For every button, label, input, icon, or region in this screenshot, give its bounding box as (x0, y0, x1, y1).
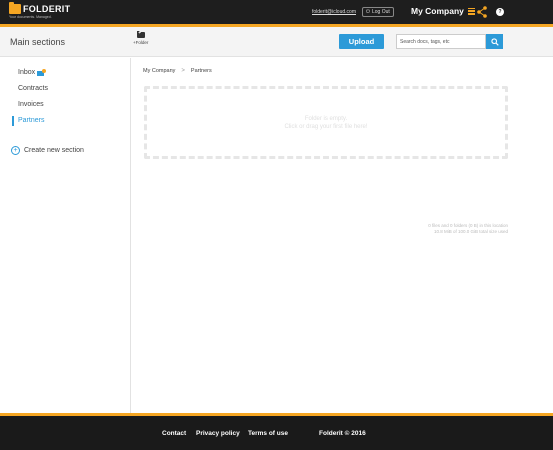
active-indicator (12, 116, 14, 126)
storage-info: 0 files and 0 folders (0 B) in this loca… (428, 223, 508, 235)
hamburger-menu-icon (467, 7, 475, 15)
footer-privacy-link[interactable]: Privacy policy (196, 430, 240, 437)
dropzone-hint-text: Click or drag your first file here! (284, 123, 368, 130)
logout-icon: ⏻ (366, 9, 370, 15)
footer-copyright: Folderit © 2016 (319, 430, 366, 437)
sidebar-item-invoices[interactable]: Invoices (18, 101, 44, 108)
plus-circle-icon: + (11, 146, 20, 155)
sidebar-item-label: Inbox (18, 69, 36, 76)
search-input[interactable] (396, 34, 486, 49)
storage-size-used: 10.8 MiB of 100.0 GiB total size used (433, 229, 508, 234)
upload-button[interactable]: Upload (339, 34, 384, 49)
add-folder-label: +Folder (133, 40, 149, 45)
dropzone-empty-text: Folder is empty. (304, 115, 348, 122)
sidebar-item-inbox[interactable]: Inbox (18, 69, 47, 76)
file-dropzone[interactable]: Folder is empty. Click or drag your firs… (144, 86, 508, 159)
create-section-label: Create new section (24, 147, 84, 154)
sidebar-item-partners[interactable]: Partners (18, 117, 44, 124)
breadcrumb-item-partners[interactable]: Partners (191, 68, 212, 74)
sidebar-item-label: Contracts (18, 85, 48, 92)
page-header: Main sections +Folder Upload (0, 27, 553, 57)
breadcrumb-chevron-icon: > (181, 68, 185, 74)
add-folder-icon (136, 30, 145, 38)
help-icon[interactable]: ? (496, 8, 504, 16)
search-icon (490, 37, 499, 46)
company-menu-button[interactable]: My Company (411, 6, 475, 16)
share-icon[interactable] (477, 6, 487, 18)
footer-terms-link[interactable]: Terms of use (248, 430, 288, 437)
breadcrumb: My Company > Partners (143, 68, 212, 74)
page-title: Main sections (10, 37, 66, 47)
sidebar-item-label: Partners (18, 117, 45, 124)
footer-contact-link[interactable]: Contact (162, 430, 186, 437)
logout-label: Log Out (371, 9, 390, 15)
sidebar-item-label: Invoices (18, 101, 44, 108)
footer: Contact Privacy policy Terms of use Fold… (0, 416, 553, 450)
folder-logo-icon (9, 2, 21, 14)
folderit-logo[interactable]: FOLDERIT Your documents. Managed. (9, 2, 71, 19)
user-email-link[interactable]: folderit@icloud.com (312, 9, 356, 15)
sidebar: Inbox Contracts Invoices Partners + Crea… (0, 58, 131, 413)
breadcrumb-item-my-company[interactable]: My Company (143, 68, 175, 74)
sidebar-item-contracts[interactable]: Contracts (18, 85, 48, 92)
logo-tagline: Your documents. Managed. (9, 15, 52, 19)
logout-button[interactable]: ⏻ Log Out (362, 7, 394, 17)
add-folder-button[interactable]: +Folder (133, 30, 149, 45)
company-name: My Company (411, 6, 464, 16)
inbox-envelope-icon (37, 69, 47, 76)
create-new-section-button[interactable]: + Create new section (11, 146, 84, 155)
top-bar: FOLDERIT Your documents. Managed. folder… (0, 0, 553, 24)
logo-text: FOLDERIT (23, 4, 71, 14)
search-button[interactable] (486, 34, 503, 49)
